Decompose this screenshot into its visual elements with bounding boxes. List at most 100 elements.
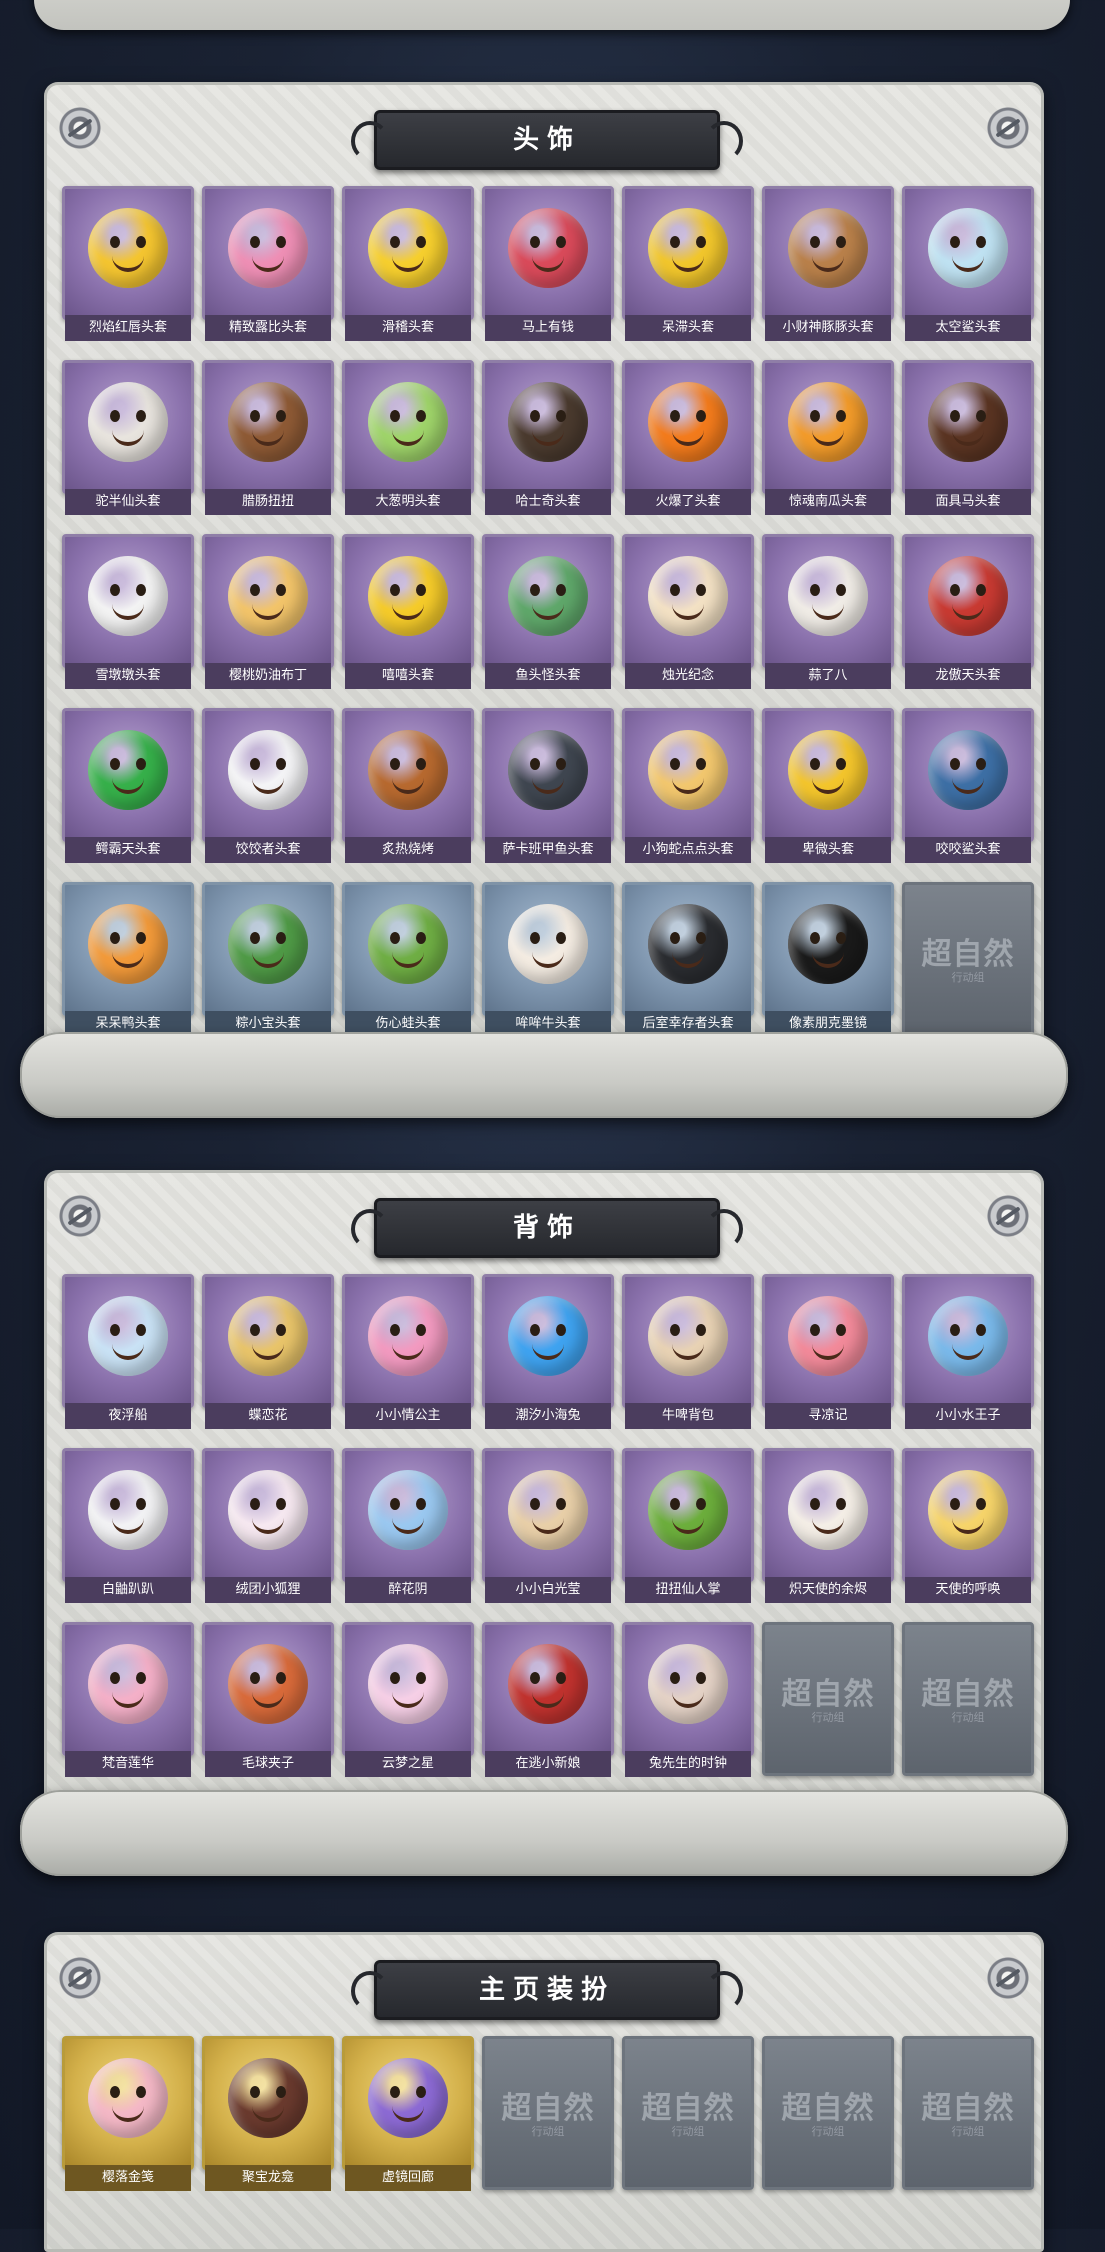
- item-icon: [228, 903, 308, 984]
- item-grid: 夜浮船 蝶恋花 小小情公主 潮汐小海兔 牛啤背包 寻凉记 小小水王子白鼬趴趴 绒团小狐狸 醉花阴…: [62, 1274, 1034, 1777]
- item-label: 哈士奇头套: [485, 489, 611, 515]
- item-icon: [228, 2057, 308, 2138]
- item-icon: [368, 207, 448, 288]
- item-card[interactable]: 驼半仙头套: [62, 360, 194, 515]
- item-card[interactable]: 夜浮船: [62, 1274, 194, 1429]
- item-card[interactable]: 呆滞头套: [622, 186, 754, 341]
- item-icon: [228, 207, 308, 288]
- item-label: 在逃小新娘: [485, 1751, 611, 1777]
- item-icon: [928, 555, 1008, 636]
- item-label: 寻凉记: [765, 1403, 891, 1429]
- item-card[interactable]: 饺饺者头套: [202, 708, 334, 863]
- item-card[interactable]: 樱落金笺: [62, 2036, 194, 2191]
- item-icon: [228, 1643, 308, 1724]
- item-label: 腊肠扭扭: [205, 489, 331, 515]
- item-label: 大葱明头套: [345, 489, 471, 515]
- back-accessory-panel: 背饰 夜浮船 蝶恋花 小小情公主 潮汐小海兔 牛啤背包 寻凉记 小小水王子 白鼬趴趴 绒团小狐狸…: [20, 1170, 1068, 1876]
- item-label: 樱桃奶油布丁: [205, 663, 331, 689]
- section-banner: 头饰: [351, 110, 743, 170]
- item-label: 火爆了头套: [625, 489, 751, 515]
- section-banner: 主页装扮: [351, 1960, 743, 2020]
- item-card[interactable]: 火爆了头套: [622, 360, 754, 515]
- item-card[interactable]: 炙热烧烤: [342, 708, 474, 863]
- item-card[interactable]: 蝶恋花: [202, 1274, 334, 1429]
- item-card[interactable]: 在逃小新娘: [482, 1622, 614, 1777]
- scroll-bottom-edge: [20, 1032, 1068, 1118]
- item-card[interactable]: 烈焰红唇头套: [62, 186, 194, 341]
- item-icon: [928, 381, 1008, 462]
- item-card[interactable]: 蒜了八: [762, 534, 894, 689]
- item-icon: [928, 1469, 1008, 1550]
- item-card[interactable]: 面具马头套: [902, 360, 1034, 515]
- item-card[interactable]: 鱼头怪头套: [482, 534, 614, 689]
- item-label: 小小情公主: [345, 1403, 471, 1429]
- item-card[interactable]: 粽小宝头套: [202, 882, 334, 1037]
- item-card[interactable]: 滑稽头套: [342, 186, 474, 341]
- item-label: 呆滞头套: [625, 315, 751, 341]
- item-card[interactable]: 卑微头套: [762, 708, 894, 863]
- corner-ornament-icon: [986, 106, 1030, 150]
- item-card[interactable]: 哞哞牛头套: [482, 882, 614, 1037]
- item-card[interactable]: 小小水王子: [902, 1274, 1034, 1429]
- item-card[interactable]: 咬咬鲨头套: [902, 708, 1034, 863]
- item-card[interactable]: 大葱明头套: [342, 360, 474, 515]
- item-icon: [88, 1643, 168, 1724]
- item-card[interactable]: 醉花阴: [342, 1448, 474, 1603]
- corner-ornament-icon: [58, 106, 102, 150]
- item-card[interactable]: 白鼬趴趴: [62, 1448, 194, 1603]
- item-label: 萨卡班甲鱼头套: [485, 837, 611, 863]
- corner-ornament-icon: [986, 1194, 1030, 1238]
- item-card[interactable]: 寻凉记: [762, 1274, 894, 1429]
- item-card[interactable]: 牛啤背包: [622, 1274, 754, 1429]
- item-card[interactable]: 小小白光莹: [482, 1448, 614, 1603]
- item-card[interactable]: 后室幸存者头套: [622, 882, 754, 1037]
- item-card[interactable]: 萨卡班甲鱼头套: [482, 708, 614, 863]
- item-card[interactable]: 嘻嘻头套: [342, 534, 474, 689]
- scroll-bottom-edge: [20, 1790, 1068, 1876]
- item-card[interactable]: 精致露比头套: [202, 186, 334, 341]
- item-card[interactable]: 樱桃奶油布丁: [202, 534, 334, 689]
- item-card[interactable]: 梵音莲华: [62, 1622, 194, 1777]
- locked-placeholder-card: 超自然 行动组: [622, 2036, 754, 2190]
- item-card[interactable]: 呆呆鸭头套: [62, 882, 194, 1037]
- item-card[interactable]: 烛光纪念: [622, 534, 754, 689]
- item-grid: 樱落金笺 聚宝龙龛 虚镜回廊 超自然 行动组 超自然 行动组 超自然 行动组 超自然 行动组: [62, 2036, 1034, 2191]
- item-card[interactable]: 兔先生的时钟: [622, 1622, 754, 1777]
- item-icon: [368, 2057, 448, 2138]
- item-card[interactable]: 小财神豚豚头套: [762, 186, 894, 341]
- item-label: 梵音莲华: [65, 1751, 191, 1777]
- headwear-panel: 头饰 烈焰红唇头套 精致露比头套 滑稽头套 马上有钱 呆滞头套 小财神豚豚头套 太空鲨头套驼…: [20, 82, 1068, 1118]
- item-label: 卑微头套: [765, 837, 891, 863]
- item-card[interactable]: 云梦之星: [342, 1622, 474, 1777]
- placeholder-sub: 行动组: [811, 1711, 845, 1724]
- item-card[interactable]: 太空鲨头套: [902, 186, 1034, 341]
- item-card[interactable]: 小狗蛇点点头套: [622, 708, 754, 863]
- item-icon: [228, 555, 308, 636]
- item-card[interactable]: 马上有钱: [482, 186, 614, 341]
- item-card[interactable]: 鳄霸天头套: [62, 708, 194, 863]
- item-card[interactable]: 哈士奇头套: [482, 360, 614, 515]
- item-card[interactable]: 像素朋克墨镜: [762, 882, 894, 1037]
- item-card[interactable]: 聚宝龙龛: [202, 2036, 334, 2191]
- item-icon: [228, 381, 308, 462]
- item-card[interactable]: 虚镜回廊: [342, 2036, 474, 2191]
- item-card[interactable]: 伤心蛙头套: [342, 882, 474, 1037]
- item-icon: [368, 555, 448, 636]
- item-card[interactable]: 天使的呼唤: [902, 1448, 1034, 1603]
- item-icon: [648, 555, 728, 636]
- item-icon: [368, 1295, 448, 1376]
- item-icon: [788, 1469, 868, 1550]
- item-card[interactable]: 绒团小狐狸: [202, 1448, 334, 1603]
- item-card[interactable]: 扭扭仙人掌: [622, 1448, 754, 1603]
- item-icon: [88, 1469, 168, 1550]
- item-card[interactable]: 腊肠扭扭: [202, 360, 334, 515]
- item-icon: [368, 1643, 448, 1724]
- item-card[interactable]: 龙傲天头套: [902, 534, 1034, 689]
- item-card[interactable]: 惊魂南瓜头套: [762, 360, 894, 515]
- item-card[interactable]: 潮汐小海兔: [482, 1274, 614, 1429]
- item-card[interactable]: 毛球夹子: [202, 1622, 334, 1777]
- item-card[interactable]: 雪墩墩头套: [62, 534, 194, 689]
- item-label: 小小水王子: [905, 1403, 1031, 1429]
- item-card[interactable]: 炽天使的余烬: [762, 1448, 894, 1603]
- item-card[interactable]: 小小情公主: [342, 1274, 474, 1429]
